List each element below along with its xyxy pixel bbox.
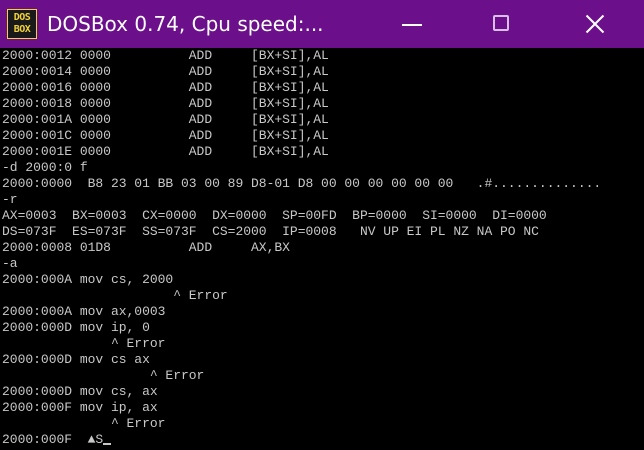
console-line: -r	[2, 192, 18, 207]
console-line: 2000:000D mov cs, ax	[2, 384, 158, 399]
console-line: 2000:0008 01D8 ADD AX,BX	[2, 240, 290, 255]
console-line: 2000:001E 0000 ADD [BX+SI],AL	[2, 144, 329, 159]
console-line: 2000:0016 0000 ADD [BX+SI],AL	[2, 80, 329, 95]
console-line: -a	[2, 256, 18, 271]
console-line: ^ Error	[2, 368, 205, 383]
minimize-button[interactable]	[389, 0, 435, 48]
window-title: DOSBox 0.74, Cpu speed:...	[47, 12, 324, 36]
text-cursor	[103, 443, 112, 445]
dosbox-window: DOS BOX DOSBox 0.74, Cpu speed:... 2000:…	[0, 0, 644, 450]
console-line: 2000:0014 0000 ADD [BX+SI],AL	[2, 64, 329, 79]
console-line: ^ Error	[2, 336, 166, 351]
dosbox-icon[interactable]: DOS BOX	[7, 9, 37, 39]
console-line: 2000:000D mov cs ax	[2, 352, 150, 367]
console-line: 2000:0000 B8 23 01 BB 03 00 89 D8-01 D8 …	[2, 176, 602, 191]
console-line: 2000:001C 0000 ADD [BX+SI],AL	[2, 128, 329, 143]
console-line: DS=073F ES=073F SS=073F CS=2000 IP=0008 …	[2, 224, 539, 239]
prompt-line[interactable]: 2000:000F ▲S	[2, 432, 642, 448]
prompt-text: 2000:000F ▲S	[2, 432, 104, 447]
console-line: -d 2000:0 f	[2, 160, 88, 175]
console-line: 2000:000F mov ip, ax	[2, 400, 158, 415]
close-icon	[584, 13, 606, 35]
console-line: AX=0003 BX=0003 CX=0000 DX=0000 SP=00FD …	[2, 208, 547, 223]
icon-text-top: DOS	[13, 12, 31, 23]
title-bar[interactable]: DOS BOX DOSBox 0.74, Cpu speed:...	[0, 0, 644, 48]
console-line: 2000:0018 0000 ADD [BX+SI],AL	[2, 96, 329, 111]
dos-console[interactable]: 2000:0012 0000 ADD [BX+SI],AL 2000:0014 …	[2, 48, 642, 450]
maximize-button[interactable]	[479, 0, 525, 48]
console-line: 2000:001A 0000 ADD [BX+SI],AL	[2, 112, 329, 127]
icon-text-bottom: BOX	[13, 24, 31, 35]
close-button[interactable]	[573, 0, 619, 48]
console-line: 2000:000A mov ax,0003	[2, 304, 166, 319]
console-line: 2000:0012 0000 ADD [BX+SI],AL	[2, 48, 329, 63]
console-line: 2000:000A mov cs, 2000	[2, 272, 174, 287]
console-line: 2000:000D mov ip, 0	[2, 320, 150, 335]
console-line: ^ Error	[2, 288, 228, 303]
maximize-icon	[493, 15, 509, 31]
minimize-icon	[402, 24, 422, 26]
console-line: ^ Error	[2, 416, 166, 431]
